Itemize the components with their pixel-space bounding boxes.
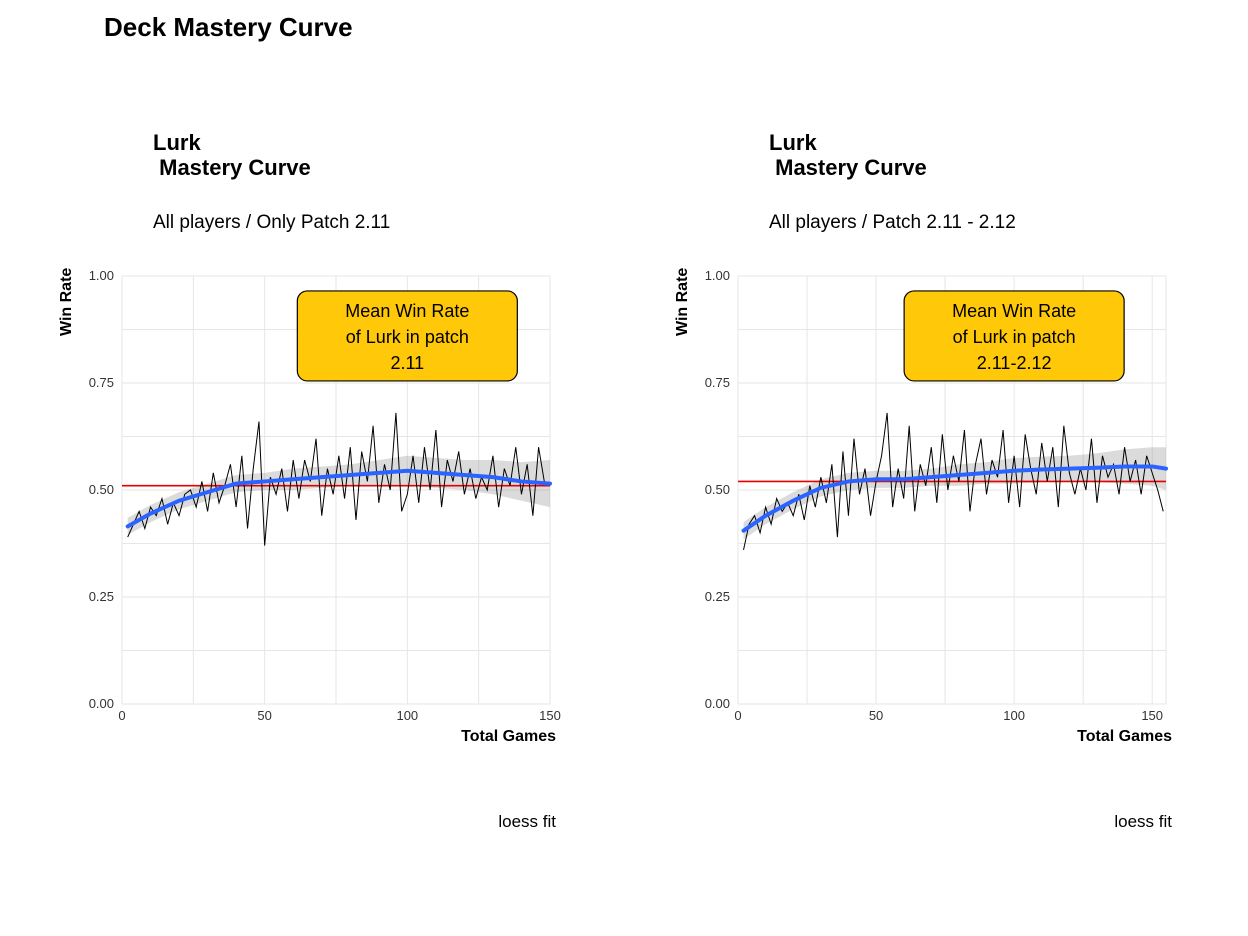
chart-panel-left: Lurk Mastery Curve All players / Only Pa…	[58, 130, 618, 850]
svg-text:100: 100	[1003, 708, 1025, 723]
svg-text:100: 100	[396, 708, 418, 723]
chart-left-subtitle: All players / Only Patch 2.11	[153, 212, 390, 234]
svg-text:0.00: 0.00	[89, 696, 114, 711]
chart-right-caption: loess fit	[1114, 812, 1172, 832]
svg-text:2.11-2.12: 2.11-2.12	[977, 353, 1052, 373]
chart-left-caption: loess fit	[498, 812, 556, 832]
svg-text:150: 150	[1141, 708, 1163, 723]
svg-text:1.00: 1.00	[705, 268, 730, 283]
svg-text:0.75: 0.75	[89, 375, 114, 390]
page-main-title: Deck Mastery Curve	[104, 12, 353, 43]
svg-text:50: 50	[257, 708, 271, 723]
chart-right-plot: 0501001500.000.250.500.751.00Mean Win Ra…	[732, 270, 1172, 710]
svg-text:0.75: 0.75	[705, 375, 730, 390]
svg-text:0.50: 0.50	[89, 482, 114, 497]
chart-left-ylabel: Win Rate	[58, 268, 76, 336]
svg-text:Mean Win Rate: Mean Win Rate	[345, 301, 469, 321]
svg-text:0: 0	[118, 708, 125, 723]
svg-text:50: 50	[869, 708, 883, 723]
svg-text:of Lurk in patch: of Lurk in patch	[953, 327, 1076, 347]
svg-text:1.00: 1.00	[89, 268, 114, 283]
chart-right-ylabel: Win Rate	[674, 268, 692, 336]
svg-text:0.25: 0.25	[89, 589, 114, 604]
svg-text:of Lurk in patch: of Lurk in patch	[346, 327, 469, 347]
svg-text:Mean Win Rate: Mean Win Rate	[952, 301, 1076, 321]
chart-right-subtitle: All players / Patch 2.11 - 2.12	[769, 212, 1016, 234]
chart-right-xlabel: Total Games	[1077, 728, 1172, 746]
chart-panel-right: Lurk Mastery Curve All players / Patch 2…	[674, 130, 1234, 850]
svg-text:0.25: 0.25	[705, 589, 730, 604]
svg-text:0.50: 0.50	[705, 482, 730, 497]
svg-text:0: 0	[734, 708, 741, 723]
svg-text:150: 150	[539, 708, 561, 723]
chart-right-svg: 0501001500.000.250.500.751.00Mean Win Ra…	[732, 270, 1172, 710]
svg-text:0.00: 0.00	[705, 696, 730, 711]
svg-text:2.11: 2.11	[390, 353, 424, 373]
chart-left-plot: 0501001500.000.250.500.751.00Mean Win Ra…	[116, 270, 556, 710]
chart-left-xlabel: Total Games	[461, 728, 556, 746]
chart-left-svg: 0501001500.000.250.500.751.00Mean Win Ra…	[116, 270, 556, 710]
chart-left-title: Lurk Mastery Curve	[153, 130, 311, 181]
chart-right-title: Lurk Mastery Curve	[769, 130, 927, 181]
